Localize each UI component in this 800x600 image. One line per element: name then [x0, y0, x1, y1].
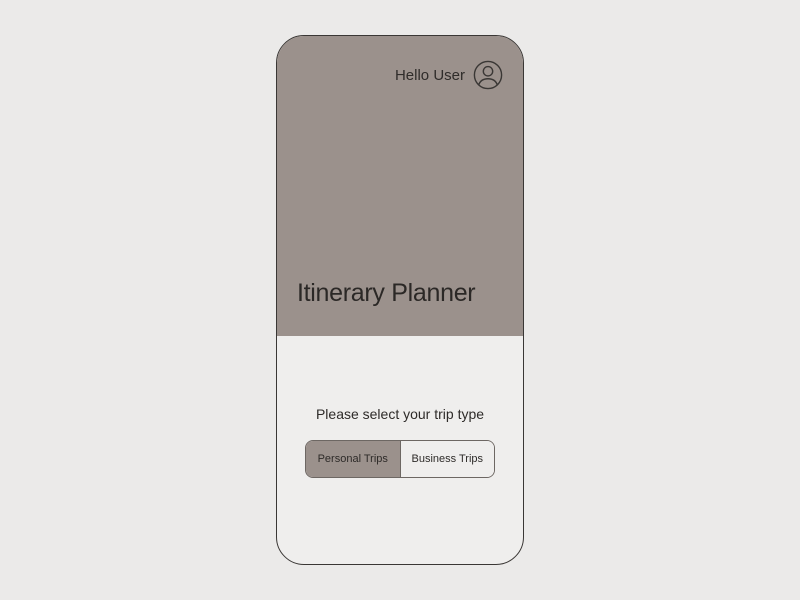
hero-section: Hello User Itinerary Planner	[277, 36, 523, 336]
header: Hello User	[297, 60, 503, 90]
page-title: Itinerary Planner	[297, 279, 503, 308]
phone-frame: Hello User Itinerary Planner Please sele…	[276, 35, 524, 565]
prompt-text: Please select your trip type	[316, 406, 484, 422]
lower-section: Please select your trip type Personal Tr…	[277, 336, 523, 478]
tab-business-trips[interactable]: Business Trips	[401, 441, 495, 477]
tab-personal-trips[interactable]: Personal Trips	[306, 441, 401, 477]
greeting-text: Hello User	[395, 67, 465, 84]
avatar-icon[interactable]	[473, 60, 503, 90]
trip-type-selector: Personal Trips Business Trips	[305, 440, 495, 478]
